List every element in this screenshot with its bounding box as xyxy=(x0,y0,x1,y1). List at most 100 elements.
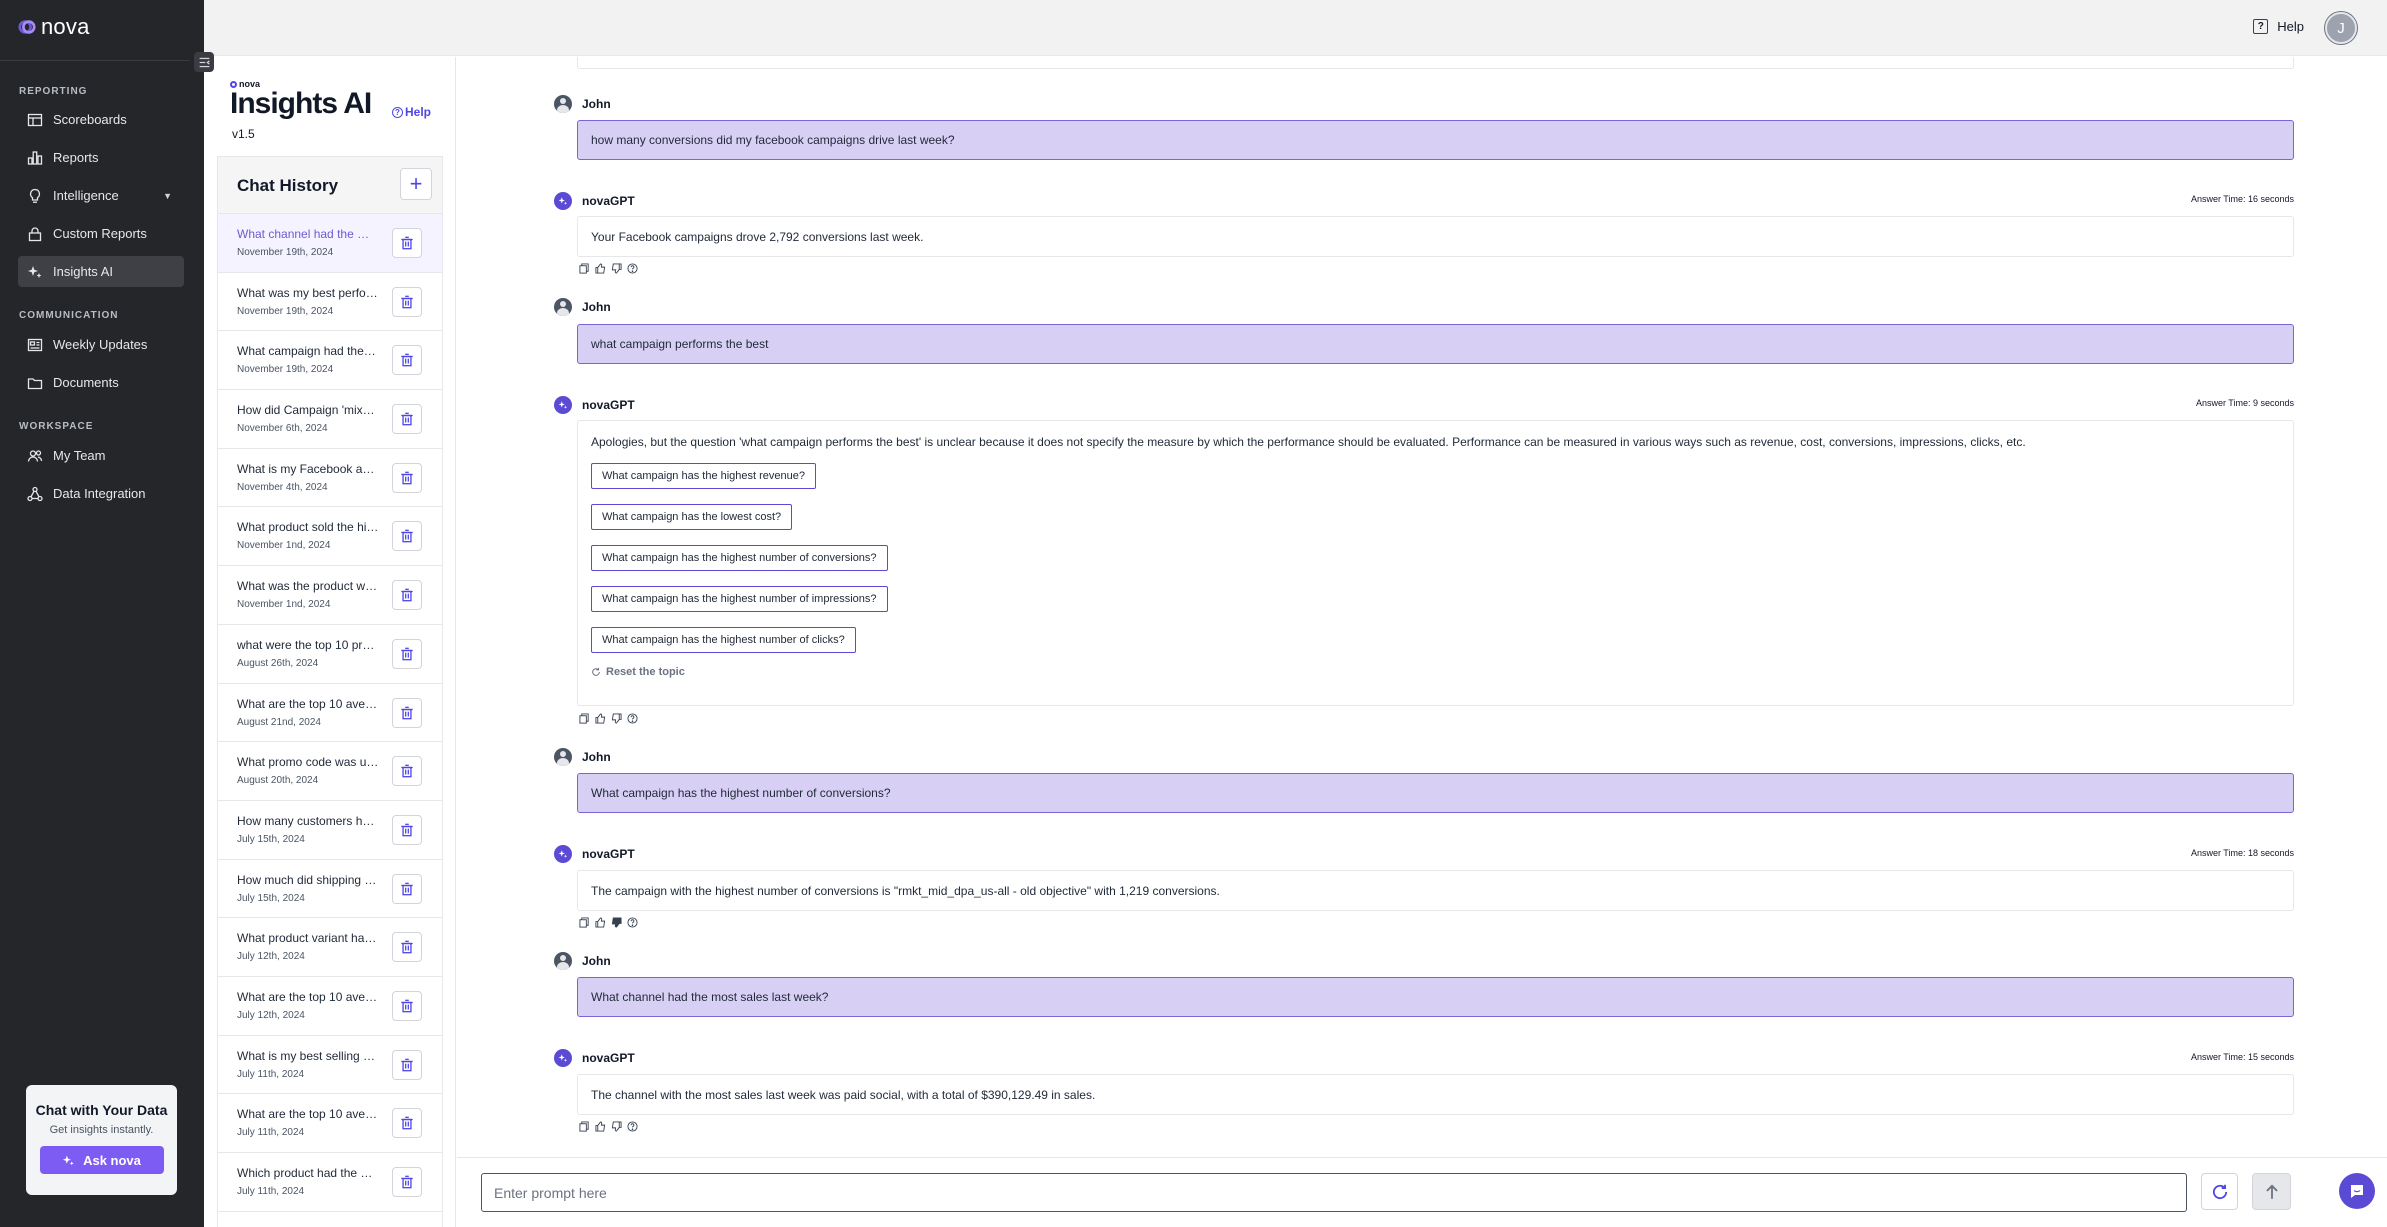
info-icon: ? xyxy=(392,106,403,118)
history-date: November 19th, 2024 xyxy=(237,247,334,258)
sidebar-item-label: Insights AI xyxy=(53,264,113,279)
trash-icon xyxy=(401,1058,413,1071)
ask-nova-button[interactable]: Ask nova xyxy=(39,1146,164,1174)
user-message: what campaign performs the best xyxy=(577,324,2294,364)
copy-icon[interactable] xyxy=(579,917,590,928)
list-item[interactable]: How much did shipping cost? July 15th, 2… xyxy=(218,860,442,919)
suggestion-button[interactable]: What campaign has the lowest cost? xyxy=(591,504,793,530)
new-chat-button[interactable]: + xyxy=(400,168,432,200)
list-item[interactable]: What is my Facebook ad spend? November 4… xyxy=(218,449,442,508)
delete-chat-button[interactable] xyxy=(392,756,422,787)
newspaper-icon xyxy=(27,338,43,351)
thumbs-down-icon[interactable] xyxy=(611,263,622,274)
list-item[interactable]: What was the product with most returns? … xyxy=(218,566,442,625)
delete-chat-button[interactable] xyxy=(392,873,422,904)
bot-answer: The channel with the most sales last wee… xyxy=(577,1074,2294,1115)
user-name: John xyxy=(582,750,611,764)
bot-answer: The campaign with the highest number of … xyxy=(577,870,2294,911)
history-question: How did Campaign 'mixed' perform? xyxy=(237,403,379,418)
help-circle-icon[interactable] xyxy=(627,917,638,928)
suggestion-button[interactable]: What campaign has the highest number of … xyxy=(591,545,888,571)
delete-chat-button[interactable] xyxy=(392,228,422,258)
bot-avatar-icon xyxy=(554,1049,572,1067)
thumbs-up-icon[interactable] xyxy=(595,263,606,274)
sidebar-item-data-integration[interactable]: Data Integration xyxy=(18,478,184,509)
delete-chat-button[interactable] xyxy=(392,462,422,493)
help-circle-icon[interactable] xyxy=(627,1121,638,1132)
sidebar-item-scoreboards[interactable]: Scoreboards xyxy=(18,104,184,135)
delete-chat-button[interactable] xyxy=(392,697,422,728)
reset-topic-button[interactable]: Reset the topic xyxy=(591,666,2280,678)
copy-icon[interactable] xyxy=(579,713,590,724)
thumbs-down-icon[interactable] xyxy=(611,917,622,928)
list-item[interactable]: What product variant had the most sales?… xyxy=(218,918,442,977)
send-button[interactable] xyxy=(2252,1173,2291,1210)
copy-icon[interactable] xyxy=(579,1121,590,1132)
delete-chat-button[interactable] xyxy=(392,1108,422,1139)
suggestion-button[interactable]: What campaign has the highest number of … xyxy=(591,627,856,653)
sidebar-item-label: My Team xyxy=(53,448,106,463)
sidebar-item-reports[interactable]: Reports xyxy=(18,142,184,173)
help-link[interactable]: ? Help xyxy=(2253,19,2304,34)
chat-history-list: What channel had the most sales last wee… xyxy=(218,214,442,1212)
sidebar-item-insights-ai[interactable]: Insights AI xyxy=(18,256,184,287)
thumbs-down-icon[interactable] xyxy=(611,1121,622,1132)
help-circle-icon[interactable] xyxy=(627,263,638,274)
delete-chat-button[interactable] xyxy=(392,814,422,845)
history-date: November 1nd, 2024 xyxy=(237,540,331,552)
sidebar-item-custom-reports[interactable]: Custom Reports xyxy=(18,218,184,249)
list-item[interactable]: What promo code was used most? August 20… xyxy=(218,742,442,801)
delete-chat-button[interactable] xyxy=(392,580,422,611)
list-item[interactable]: What product sold the highest? November … xyxy=(218,507,442,567)
list-item[interactable]: What is my best selling product? July 11… xyxy=(218,1036,442,1095)
delete-chat-button[interactable] xyxy=(392,404,422,435)
list-item[interactable]: What was my best performing campaign? No… xyxy=(218,273,442,332)
sidebar-item-documents[interactable]: Documents xyxy=(18,367,184,398)
list-item[interactable]: what were the top 10 products? August 26… xyxy=(218,625,442,684)
list-item[interactable]: What are the top 10 average order values… xyxy=(218,977,442,1036)
insights-help-label: Help xyxy=(405,105,432,119)
user-avatar-icon xyxy=(554,298,572,316)
history-question: Which product had the highest sales? xyxy=(237,1166,379,1180)
list-item[interactable]: What are the top 10 average order values… xyxy=(218,1094,442,1153)
suggestion-button[interactable]: What campaign has the highest revenue? xyxy=(591,463,817,489)
list-item[interactable]: What channel had the most sales last wee… xyxy=(218,214,442,273)
delete-chat-button[interactable] xyxy=(392,638,422,669)
reset-chat-button[interactable] xyxy=(2201,1173,2238,1210)
sidebar-item-my-team[interactable]: My Team xyxy=(18,440,184,471)
thumbs-up-icon[interactable] xyxy=(595,713,606,724)
list-item[interactable]: How did Campaign 'mixed' perform? Novemb… xyxy=(218,390,442,449)
sidebar-item-weekly-updates[interactable]: Weekly Updates xyxy=(18,329,184,360)
user-name: John xyxy=(582,97,611,111)
sidebar-item-intelligence[interactable]: Intelligence ▼ xyxy=(18,180,184,211)
delete-chat-button[interactable] xyxy=(392,932,422,963)
prompt-input[interactable] xyxy=(481,1173,2187,1212)
list-item[interactable]: How many customers have ordered? July 15… xyxy=(218,801,442,860)
copy-icon[interactable] xyxy=(579,263,590,274)
delete-chat-button[interactable] xyxy=(392,345,422,376)
list-item[interactable]: Which product had the highest sales? Jul… xyxy=(218,1153,442,1212)
delete-chat-button[interactable] xyxy=(392,521,422,552)
delete-chat-button[interactable] xyxy=(392,1167,422,1197)
help-circle-icon[interactable] xyxy=(627,713,638,724)
avatar[interactable]: J xyxy=(2325,12,2357,44)
user-name: John xyxy=(582,954,611,968)
list-item[interactable]: What are the top 10 average order values… xyxy=(218,684,442,743)
support-chat-button[interactable] xyxy=(2339,1173,2375,1209)
delete-chat-button[interactable] xyxy=(392,286,422,317)
brand[interactable]: nova xyxy=(18,14,90,40)
collapse-sidebar-button[interactable] xyxy=(194,52,214,72)
suggestion-button[interactable]: What campaign has the highest number of … xyxy=(591,586,888,612)
thumbs-down-icon[interactable] xyxy=(611,713,622,724)
chevron-down-icon[interactable]: ▼ xyxy=(163,191,172,201)
trash-icon xyxy=(401,412,413,426)
user-message: What campaign has the highest number of … xyxy=(577,773,2294,813)
thumbs-up-icon[interactable] xyxy=(595,917,606,928)
delete-chat-button[interactable] xyxy=(392,1049,422,1080)
list-item[interactable]: What campaign had the highest ROAS? Nove… xyxy=(218,331,442,391)
delete-chat-button[interactable] xyxy=(392,990,422,1021)
chat-history: Chat History + What channel had the most… xyxy=(217,156,443,1227)
insights-help-link[interactable]: ? Help xyxy=(392,105,431,119)
user-message: how many conversions did my facebook cam… xyxy=(577,120,2294,160)
thumbs-up-icon[interactable] xyxy=(595,1121,606,1132)
